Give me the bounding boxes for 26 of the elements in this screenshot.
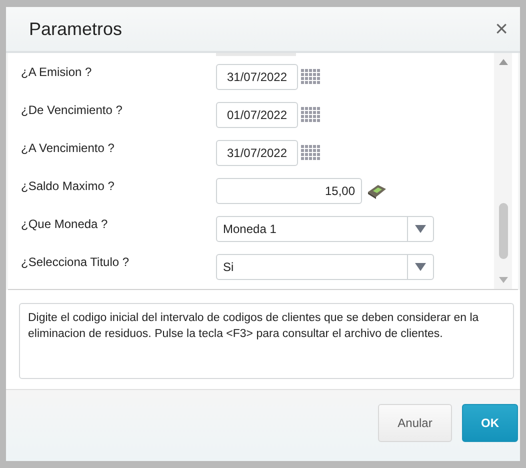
field-label: ¿De Vencimiento ? bbox=[21, 102, 124, 117]
calendar-icon[interactable] bbox=[301, 106, 321, 124]
amount-field[interactable]: 15,00 bbox=[216, 178, 362, 204]
date-field[interactable]: 01/07/2022 bbox=[216, 102, 298, 128]
calculator-icon[interactable] bbox=[366, 183, 388, 199]
calendar-icon[interactable] bbox=[301, 144, 321, 162]
scroll-down-icon[interactable] bbox=[498, 277, 508, 283]
dropdown-arrow-icon bbox=[415, 225, 426, 233]
close-button[interactable]: × bbox=[491, 16, 512, 42]
dropdown[interactable]: Moneda 1 bbox=[216, 216, 434, 242]
scrollbar-thumb[interactable] bbox=[498, 203, 508, 259]
calendar-icon[interactable] bbox=[301, 68, 321, 86]
scrollbar[interactable] bbox=[494, 53, 512, 289]
date-field[interactable]: 31/07/2022 bbox=[216, 64, 298, 90]
date-field[interactable]: 31/07/2022 bbox=[216, 140, 298, 166]
window-title: Parametros bbox=[29, 18, 122, 40]
scroll-up-icon[interactable] bbox=[498, 59, 508, 65]
cancel-button[interactable]: Anular bbox=[378, 404, 452, 442]
help-text: Digite el codigo inicial del intervalo de codigos de clientes que se deben considerar en la eliminacion de residuos. Pulse la tecla <F3> para consultar el archivo de clientes. bbox=[19, 303, 514, 379]
field-label: ¿Que Moneda ? bbox=[21, 216, 109, 231]
field-label: ¿A Vencimiento ? bbox=[21, 140, 116, 155]
field-label: ¿Selecciona Titulo ? bbox=[21, 254, 130, 269]
dropdown[interactable]: Si bbox=[216, 254, 434, 280]
field-label: ¿A Emision ? bbox=[21, 64, 93, 79]
field-label: ¿Saldo Maximo ? bbox=[21, 178, 116, 193]
dropdown-arrow-icon bbox=[415, 263, 426, 271]
